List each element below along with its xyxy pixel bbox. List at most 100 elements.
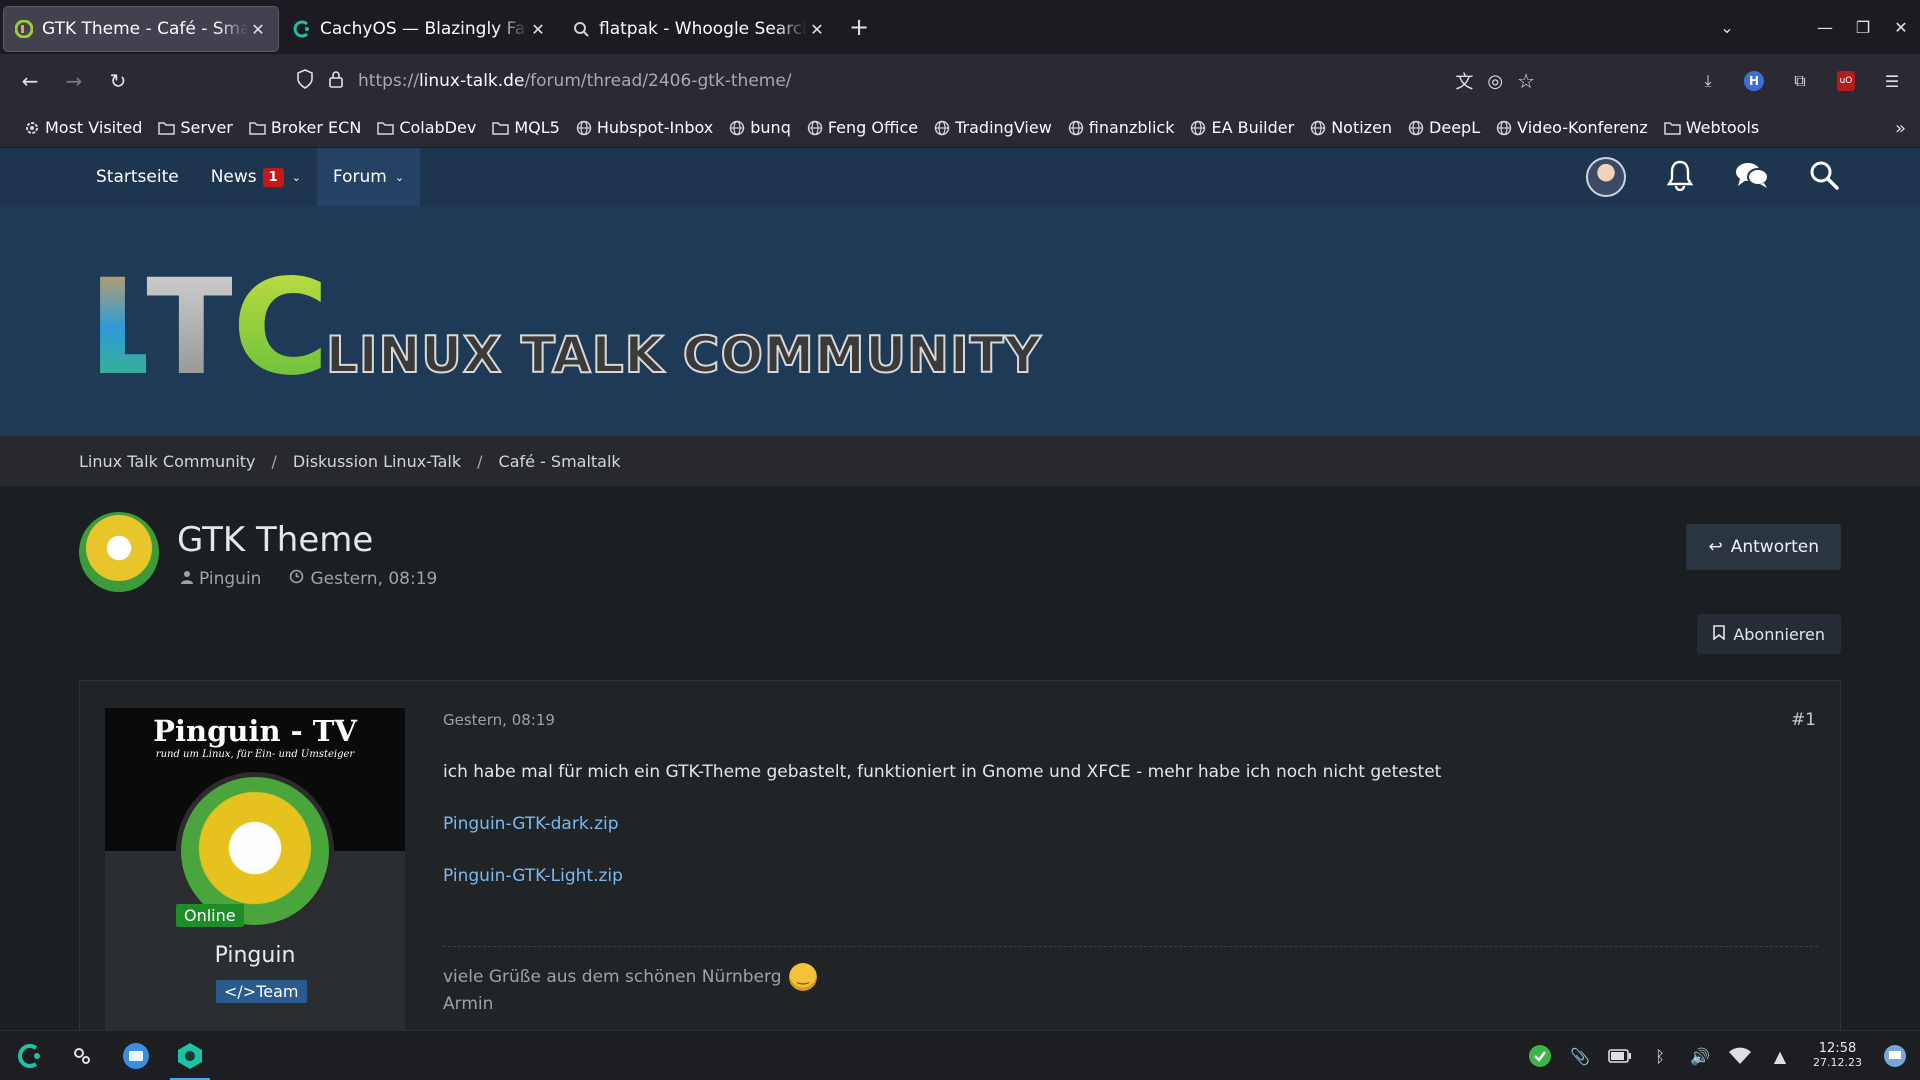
- wifi-icon[interactable]: [1727, 1043, 1753, 1069]
- tab-whoogle[interactable]: flatpak - Whoogle Search ✕: [561, 6, 837, 52]
- app-launcher-icon[interactable]: [12, 1040, 44, 1072]
- globe-icon: [1310, 120, 1326, 135]
- new-tab-button[interactable]: +: [841, 9, 877, 45]
- search-icon[interactable]: [1808, 159, 1840, 195]
- ltc-favicon-icon: [14, 19, 34, 39]
- chevron-double-right-icon[interactable]: »: [1895, 118, 1906, 139]
- conversations-icon[interactable]: [1734, 160, 1770, 194]
- shield-check-icon[interactable]: [1527, 1043, 1553, 1069]
- paperclip-icon[interactable]: 📎: [1567, 1043, 1593, 1069]
- bookmark-link[interactable]: bunq: [729, 118, 791, 137]
- close-icon[interactable]: ✕: [248, 20, 268, 39]
- logo-letter: C: [232, 251, 329, 405]
- url-bar[interactable]: https://linux-talk.de/forum/thread/2406-…: [290, 62, 1535, 100]
- extension-h-icon[interactable]: H: [1736, 63, 1772, 99]
- browser-taskbar-icon[interactable]: [170, 1040, 210, 1080]
- bookmark-folder[interactable]: Broker ECN: [249, 118, 361, 137]
- tab-gtk-theme[interactable]: GTK Theme - Café - Smaltalk ✕: [3, 6, 279, 52]
- thread-author-avatar[interactable]: [79, 512, 159, 592]
- folder-icon: [249, 121, 266, 135]
- breadcrumb-item[interactable]: Linux Talk Community: [79, 452, 256, 471]
- clock[interactable]: 12:58 27.12.23: [1813, 1042, 1862, 1070]
- ublock-icon[interactable]: uO: [1828, 63, 1864, 99]
- site-logo[interactable]: LTC: [88, 262, 329, 394]
- restore-icon[interactable]: ❐: [1844, 0, 1882, 54]
- attachment-link[interactable]: Pinguin-GTK-Light.zip: [443, 866, 623, 886]
- post-author-name[interactable]: Pinguin: [105, 943, 405, 968]
- bell-icon[interactable]: [1664, 159, 1696, 195]
- bookmark-label: MQL5: [514, 118, 560, 137]
- url-scheme: https://: [358, 71, 419, 91]
- close-icon[interactable]: ✕: [807, 20, 827, 39]
- download-icon[interactable]: ⤓: [1690, 63, 1726, 99]
- bookmark-folder[interactable]: Webtools: [1663, 118, 1759, 137]
- forward-icon[interactable]: →: [56, 63, 92, 99]
- bookmark-star-icon[interactable]: ☆: [1517, 69, 1535, 93]
- bookmark-label: TradingView: [955, 118, 1052, 137]
- bluetooth-icon[interactable]: ᛒ: [1647, 1043, 1673, 1069]
- url-host: linux-talk.de: [418, 71, 525, 91]
- breadcrumb-item[interactable]: Café - Smaltalk: [499, 452, 621, 471]
- post-date[interactable]: Gestern, 08:19: [443, 711, 555, 729]
- logo-letter: L: [88, 251, 150, 405]
- bookmark-link[interactable]: Video-Konferenz: [1496, 118, 1648, 137]
- bookmark-folder[interactable]: ColabDev: [377, 118, 476, 137]
- show-desktop-icon[interactable]: [1882, 1043, 1908, 1069]
- bookmark-link[interactable]: DeepL: [1408, 118, 1480, 137]
- thread-author[interactable]: Pinguin: [199, 569, 261, 589]
- bookmark-label: Video-Konferenz: [1517, 118, 1648, 137]
- reply-label: Antworten: [1730, 537, 1819, 557]
- file-manager-icon[interactable]: [120, 1040, 152, 1072]
- signature-divider: [443, 946, 1818, 947]
- menu-hamburger-icon[interactable]: ☰: [1874, 63, 1910, 99]
- menu-startseite[interactable]: Startseite: [80, 148, 195, 206]
- bookmark-link[interactable]: finanzblick: [1068, 118, 1174, 137]
- reload-icon[interactable]: ↻: [100, 63, 136, 99]
- bookmark-most-visited[interactable]: Most Visited: [24, 118, 142, 137]
- clock-time: 12:58: [1818, 1041, 1857, 1056]
- bookmark-link[interactable]: EA Builder: [1190, 118, 1294, 137]
- post-number[interactable]: #1: [1791, 710, 1816, 730]
- attachment-link[interactable]: Pinguin-GTK-dark.zip: [443, 814, 619, 834]
- translate-icon[interactable]: 文: [1455, 68, 1473, 94]
- extensions-puzzle-icon[interactable]: ⧉: [1782, 63, 1818, 99]
- bookmark-folder[interactable]: MQL5: [492, 118, 560, 137]
- clock-date: 27.12.23: [1813, 1056, 1862, 1069]
- shield-icon[interactable]: [296, 68, 314, 94]
- globe-icon: [576, 120, 592, 135]
- fingerprint-icon[interactable]: ◎: [1487, 71, 1503, 92]
- bookmark-link[interactable]: Hubspot-Inbox: [576, 118, 713, 137]
- back-icon[interactable]: ←: [12, 63, 48, 99]
- minimize-icon[interactable]: —: [1806, 0, 1844, 54]
- tab-cachyos[interactable]: CachyOS — Blazingly Fast ✕: [282, 6, 558, 52]
- thread-date[interactable]: Gestern, 08:19: [310, 569, 437, 589]
- bookmark-link[interactable]: Feng Office: [807, 118, 918, 137]
- bookmark-label: EA Builder: [1211, 118, 1295, 137]
- cover-subtitle: rund um Linux, für Ein- und Umsteiger: [155, 749, 355, 760]
- user-avatar[interactable]: [1586, 157, 1626, 197]
- subscribe-button[interactable]: Abonnieren: [1697, 614, 1841, 654]
- tab-list-chevron-icon[interactable]: ⌄: [1708, 0, 1746, 54]
- breadcrumb-item[interactable]: Diskussion Linux-Talk: [293, 452, 461, 471]
- lock-icon[interactable]: [328, 70, 344, 93]
- user-rank-badge: </>Team: [216, 980, 307, 1003]
- logo-letter: T: [146, 251, 236, 405]
- close-window-icon[interactable]: ✕: [1882, 0, 1920, 54]
- bookmark-folder[interactable]: Server: [158, 118, 233, 137]
- menu-forum-label: Forum: [332, 167, 387, 187]
- signature-line: viele Grüße aus dem schönen Nürnberg: [443, 963, 818, 991]
- wink-emoji-icon: [789, 963, 818, 991]
- bookmark-link[interactable]: TradingView: [934, 118, 1052, 137]
- system-settings-icon[interactable]: [66, 1040, 98, 1072]
- bookmark-link[interactable]: Notizen: [1310, 118, 1392, 137]
- logo-text: LINUX TALK COMMUNITY: [325, 325, 1042, 385]
- menu-news[interactable]: News 1 ⌄: [195, 148, 317, 206]
- menu-forum[interactable]: Forum ⌄: [316, 148, 421, 206]
- close-icon[interactable]: ✕: [528, 20, 548, 39]
- volume-icon[interactable]: 🔊: [1687, 1043, 1713, 1069]
- reply-button[interactable]: ↩ Antworten: [1686, 524, 1841, 570]
- battery-icon[interactable]: [1607, 1043, 1633, 1069]
- breadcrumb-separator: /: [477, 451, 483, 471]
- tray-expand-icon[interactable]: ▲: [1767, 1043, 1793, 1069]
- post: Pinguin - TV rund um Linux, für Ein- und…: [79, 680, 1841, 1080]
